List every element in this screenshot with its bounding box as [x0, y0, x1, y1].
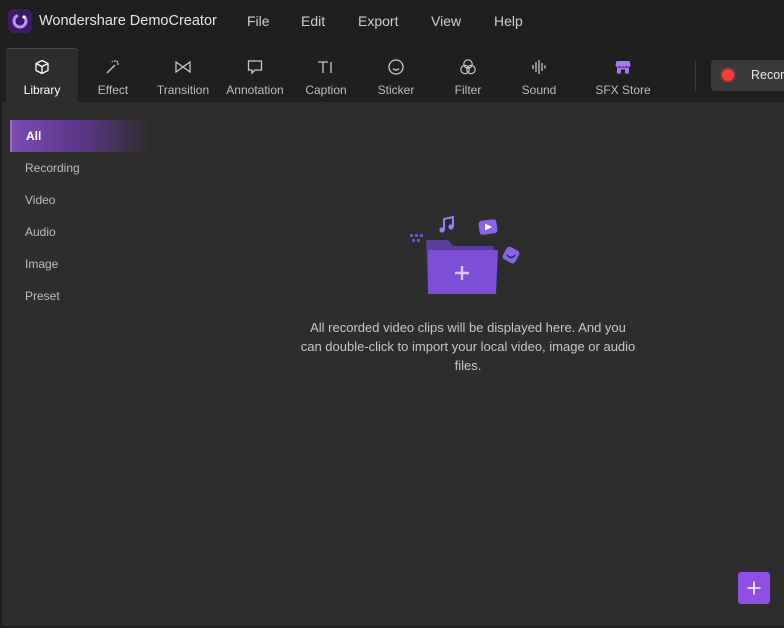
toolbar-divider	[695, 61, 696, 91]
menu-file[interactable]: File	[247, 13, 270, 29]
plus-icon	[747, 581, 761, 595]
sidebar-item-label: Preset	[25, 289, 60, 303]
tab-sfx-store-label: SFX Store	[595, 83, 651, 97]
tab-effect[interactable]: Effect	[77, 48, 149, 102]
sidebar-item-all[interactable]: All	[10, 120, 152, 152]
speech-bubble-icon	[245, 57, 265, 77]
tab-sound-label: Sound	[521, 83, 557, 97]
add-media-button[interactable]	[738, 572, 770, 604]
tab-library[interactable]: Library	[6, 48, 78, 102]
tab-sound[interactable]: Sound	[503, 48, 575, 102]
tab-effect-label: Effect	[97, 83, 129, 97]
sidebar-item-recording[interactable]: Recording	[10, 152, 150, 184]
store-icon	[613, 57, 633, 77]
sidebar-item-label: Image	[25, 257, 59, 271]
menu-export[interactable]: Export	[358, 13, 398, 29]
title-bar: Wondershare DemoCreator File Edit Export…	[0, 0, 784, 44]
sidebar-item-label: All	[26, 129, 42, 143]
text-cursor-icon	[316, 57, 336, 77]
tab-transition[interactable]: Transition	[147, 48, 219, 102]
tab-annotation-label: Annotation	[226, 83, 284, 97]
tab-sticker-label: Sticker	[377, 83, 415, 97]
bowtie-icon	[173, 57, 193, 77]
sidebar-item-preset[interactable]: Preset	[10, 280, 150, 312]
waveform-icon	[529, 57, 549, 77]
sidebar-item-label: Video	[25, 193, 56, 207]
tab-caption[interactable]: Caption	[290, 48, 362, 102]
magic-wand-icon	[103, 57, 123, 77]
democreator-logo-icon	[8, 9, 32, 33]
tab-filter[interactable]: Filter	[432, 48, 504, 102]
sidebar-item-label: Recording	[25, 161, 80, 175]
record-button-label: Recorc	[751, 68, 784, 82]
menu-view[interactable]: View	[431, 13, 461, 29]
folder-add-icon[interactable]	[404, 214, 526, 304]
sidebar-item-image[interactable]: Image	[10, 248, 150, 280]
tab-caption-label: Caption	[305, 83, 347, 97]
library-panel: All Recording Video Audio Image Preset A…	[2, 102, 784, 626]
tab-transition-label: Transition	[156, 83, 210, 97]
sidebar-item-label: Audio	[25, 225, 56, 239]
menu-edit[interactable]: Edit	[301, 13, 325, 29]
cube-icon	[32, 57, 52, 77]
tab-filter-label: Filter	[454, 83, 482, 97]
sidebar-item-video[interactable]: Video	[10, 184, 150, 216]
toolbar: Library Effect Transition Annotation Cap…	[0, 44, 784, 102]
sidebar-item-audio[interactable]: Audio	[10, 216, 150, 248]
tab-library-label: Library	[23, 83, 61, 97]
menu-help[interactable]: Help	[494, 13, 523, 29]
empty-state-message: All recorded video clips will be display…	[300, 320, 636, 373]
tab-sfx-store[interactable]: SFX Store	[587, 48, 659, 102]
record-button[interactable]: Recorc	[711, 60, 784, 91]
app-title: Wondershare DemoCreator	[39, 13, 217, 29]
smiley-icon	[386, 57, 406, 77]
circles-icon	[458, 57, 478, 77]
tab-annotation[interactable]: Annotation	[219, 48, 291, 102]
record-icon	[722, 69, 734, 81]
tab-sticker[interactable]: Sticker	[360, 48, 432, 102]
